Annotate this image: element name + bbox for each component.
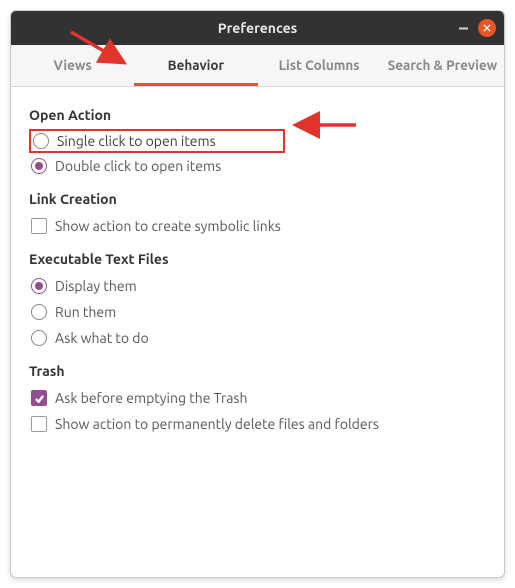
- tab-bar: Views Behavior List Columns Search & Pre…: [11, 45, 504, 87]
- window-controls: –: [459, 11, 496, 45]
- row-double-click: Double click to open items: [29, 153, 486, 179]
- tab-search-preview[interactable]: Search & Preview: [381, 45, 504, 86]
- row-symbolic-links: Show action to create symbolic links: [29, 213, 486, 239]
- checkbox-perm-delete[interactable]: [31, 416, 47, 432]
- window-title: Preferences: [218, 20, 298, 36]
- label-double-click: Double click to open items: [55, 158, 221, 174]
- label-display-them: Display them: [55, 278, 137, 294]
- section-exec-files: Executable Text Files: [29, 251, 486, 267]
- label-symbolic-links: Show action to create symbolic links: [55, 218, 281, 234]
- label-single-click: Single click to open items: [57, 133, 216, 149]
- tab-list-columns[interactable]: List Columns: [258, 45, 381, 86]
- content-area: Open Action Single click to open items D…: [11, 87, 504, 577]
- titlebar: Preferences –: [11, 11, 504, 45]
- label-ask-empty: Ask before emptying the Trash: [55, 390, 248, 406]
- label-run-them: Run them: [55, 304, 116, 320]
- radio-display-them[interactable]: [31, 278, 47, 294]
- minimize-button[interactable]: –: [459, 19, 468, 37]
- radio-run-them[interactable]: [31, 304, 47, 320]
- radio-ask-what[interactable]: [31, 330, 47, 346]
- label-perm-delete: Show action to permanently delete files …: [55, 416, 379, 432]
- row-perm-delete: Show action to permanently delete files …: [29, 411, 486, 437]
- row-run-them: Run them: [29, 299, 486, 325]
- checkbox-ask-empty[interactable]: [31, 390, 47, 406]
- highlight-single-click: Single click to open items: [29, 129, 285, 153]
- tab-behavior[interactable]: Behavior: [134, 45, 257, 86]
- row-ask-what: Ask what to do: [29, 325, 486, 351]
- check-icon: [34, 393, 45, 404]
- radio-single-click[interactable]: [33, 133, 49, 149]
- row-ask-empty: Ask before emptying the Trash: [29, 385, 486, 411]
- radio-double-click[interactable]: [31, 158, 47, 174]
- section-trash: Trash: [29, 363, 486, 379]
- close-button[interactable]: [478, 19, 496, 37]
- preferences-window: Preferences – Views Behavior List Column…: [10, 10, 505, 578]
- label-ask-what: Ask what to do: [55, 330, 149, 346]
- section-open-action: Open Action: [29, 107, 486, 123]
- tab-views[interactable]: Views: [11, 45, 134, 86]
- checkbox-symbolic-links[interactable]: [31, 218, 47, 234]
- row-display-them: Display them: [29, 273, 486, 299]
- close-icon: [483, 24, 491, 32]
- section-link-creation: Link Creation: [29, 191, 486, 207]
